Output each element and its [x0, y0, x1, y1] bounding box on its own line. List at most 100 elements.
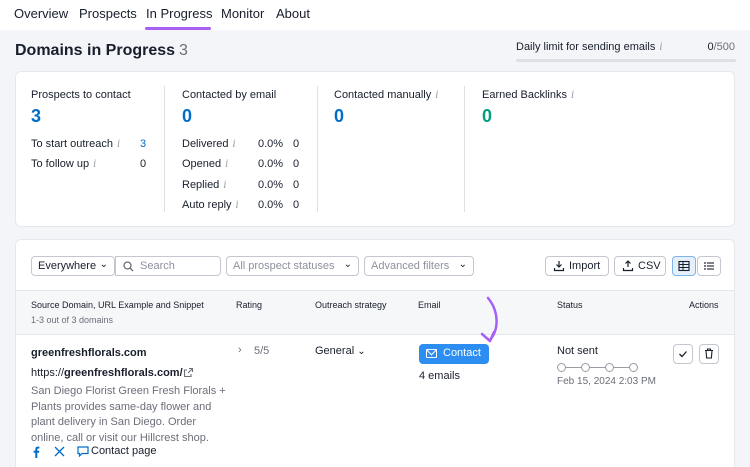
- domain-range: 1-3 out of 3 domains: [31, 315, 114, 325]
- divider: [464, 86, 465, 212]
- opened-pct: 0.0%: [258, 158, 284, 170]
- delivered-pct: 0.0%: [258, 138, 284, 150]
- chevron-down-icon: ⌄: [458, 259, 467, 270]
- chevron-down-icon: ⌄: [343, 259, 352, 270]
- page-title: Domains in Progress 3: [15, 42, 188, 60]
- table-view-toggle[interactable]: [672, 256, 696, 276]
- backlinks-title: Earned Backlinks i: [482, 89, 574, 101]
- table-view-icon: [678, 260, 690, 272]
- info-icon[interactable]: i: [117, 139, 120, 150]
- prospects-title: Prospects to contact: [31, 89, 131, 101]
- external-link-icon[interactable]: [183, 367, 194, 378]
- csv-export-button[interactable]: CSV: [614, 256, 666, 276]
- status-progress: [557, 363, 641, 373]
- column-rating[interactable]: Rating: [236, 300, 262, 310]
- tab-monitor[interactable]: Monitor: [221, 6, 264, 21]
- replied-label: Replied: [182, 179, 220, 191]
- import-label: Import: [569, 260, 601, 272]
- prospects-column: Prospects to contact 3 To start outreach…: [31, 72, 166, 228]
- column-source[interactable]: Source Domain, URL Example and Snippet: [31, 300, 204, 310]
- daily-limit-total: /500: [713, 41, 735, 53]
- daily-limit-label: Daily limit for sending emails: [516, 41, 656, 53]
- replied-value: 0: [293, 179, 300, 191]
- info-icon[interactable]: i: [236, 200, 239, 211]
- tab-prospects[interactable]: Prospects: [79, 6, 137, 21]
- contact-page-link[interactable]: Contact page: [91, 445, 156, 457]
- email-title: Contacted by email: [182, 89, 277, 101]
- facebook-icon[interactable]: [31, 446, 41, 458]
- search-icon: [123, 261, 134, 272]
- backlinks-title-text: Earned Backlinks: [482, 89, 567, 101]
- delivered-label: Delivered: [182, 138, 229, 150]
- trash-icon: [705, 348, 713, 359]
- search-placeholder: Search: [140, 260, 175, 272]
- scope-select-value: Everywhere: [38, 260, 97, 272]
- mark-done-button[interactable]: [673, 344, 693, 364]
- divider: [164, 86, 165, 212]
- column-actions: Actions: [689, 300, 719, 310]
- contact-button[interactable]: Contact: [419, 344, 489, 364]
- tab-in-progress[interactable]: In Progress: [146, 6, 212, 21]
- manual-title-text: Contacted manually: [334, 89, 432, 101]
- manual-value: 0: [334, 106, 345, 126]
- scope-select[interactable]: Everywhere ⌄: [31, 256, 115, 276]
- prospect-status-value: All prospect statuses: [233, 260, 335, 272]
- export-icon: [622, 260, 634, 272]
- delete-button[interactable]: [699, 344, 719, 364]
- to-start-outreach-label: To start outreach: [31, 138, 113, 150]
- info-icon[interactable]: i: [435, 90, 438, 101]
- divider: [317, 86, 318, 212]
- advanced-filters-select[interactable]: Advanced filters ⌄: [364, 256, 474, 276]
- info-icon[interactable]: i: [232, 139, 235, 150]
- csv-label: CSV: [638, 260, 661, 272]
- chevron-down-icon: ⌄: [357, 346, 366, 357]
- row-domain[interactable]: greenfreshflorals.com: [31, 347, 147, 359]
- row-rating: 5/5: [254, 345, 270, 357]
- prospect-status-select[interactable]: All prospect statuses ⌄: [226, 256, 359, 276]
- arrow-annotation-icon: [480, 296, 498, 343]
- search-input[interactable]: Search: [115, 256, 221, 276]
- chevron-down-icon: ⌄: [99, 259, 108, 270]
- strategy-select[interactable]: General ⌄: [315, 345, 366, 357]
- email-value: 0: [182, 106, 193, 126]
- tab-about[interactable]: About: [276, 6, 310, 21]
- x-twitter-icon[interactable]: [54, 446, 65, 457]
- opened-label: Opened: [182, 158, 222, 170]
- email-column: Contacted by email 0 Delivered i 0.0% 0 O…: [182, 72, 317, 228]
- emails-link[interactable]: 4 emails: [419, 370, 460, 382]
- replied-pct: 0.0%: [258, 179, 284, 191]
- manual-title: Contacted manually i: [334, 89, 438, 101]
- row-snippet: San Diego Florist Green Fresh Florals + …: [31, 385, 226, 444]
- import-icon: [553, 261, 565, 272]
- info-icon[interactable]: i: [571, 90, 574, 101]
- chat-icon: [77, 446, 89, 457]
- status-step: [605, 363, 614, 372]
- check-icon: [679, 351, 687, 358]
- mail-icon: [426, 349, 437, 358]
- top-nav: Overview Prospects In Progress Monitor A…: [0, 0, 750, 30]
- column-email: Email: [418, 300, 441, 310]
- list-view-icon: [704, 262, 714, 270]
- auto-reply-value: 0: [293, 199, 300, 211]
- to-follow-up-value: 0: [140, 158, 147, 170]
- tab-overview[interactable]: Overview: [14, 6, 68, 21]
- expand-rating-icon[interactable]: ›: [238, 344, 242, 356]
- manual-column: Contacted manually i 0: [334, 72, 469, 228]
- info-icon[interactable]: i: [93, 159, 96, 170]
- row-url[interactable]: https://greenfreshflorals.com/: [31, 367, 183, 379]
- info-icon[interactable]: i: [223, 180, 226, 191]
- info-icon[interactable]: i: [225, 159, 228, 170]
- list-view-toggle[interactable]: [697, 256, 721, 276]
- page-title-text: Domains in Progress: [15, 42, 176, 59]
- delivered-value: 0: [293, 138, 300, 150]
- info-icon[interactable]: i: [659, 42, 662, 53]
- active-tab-indicator: [145, 27, 211, 30]
- backlinks-value: 0: [482, 106, 493, 126]
- daily-limit-bar: [516, 59, 736, 62]
- to-start-outreach-value[interactable]: 3: [140, 138, 146, 150]
- status-step: [629, 363, 638, 372]
- stats-card: Prospects to contact 3 To start outreach…: [15, 71, 735, 227]
- import-button[interactable]: Import: [545, 256, 609, 276]
- row-url-prefix: https://: [31, 367, 65, 379]
- prospects-value[interactable]: 3: [31, 106, 41, 127]
